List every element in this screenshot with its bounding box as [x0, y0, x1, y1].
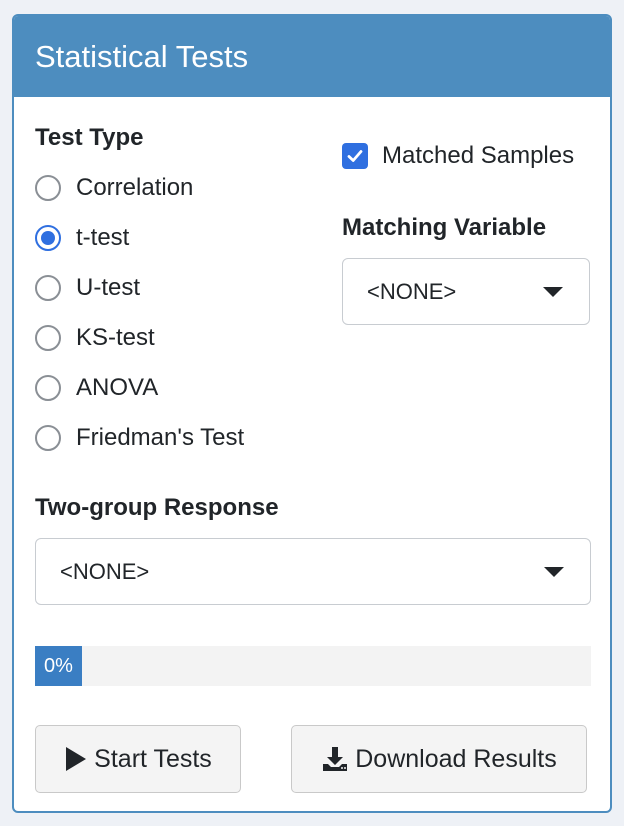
two-group-response-select[interactable]: <NONE>: [35, 538, 591, 605]
panel-header: Statistical Tests: [14, 16, 610, 97]
start-tests-label: Start Tests: [94, 744, 212, 773]
download-results-label: Download Results: [355, 744, 557, 773]
radio-circle[interactable]: [35, 325, 61, 351]
download-icon: [321, 745, 349, 773]
radio-label: KS-test: [76, 324, 155, 351]
caret-down-icon: [543, 286, 563, 297]
test-type-label: Test Type: [35, 124, 144, 151]
download-results-button[interactable]: Download Results: [291, 725, 587, 793]
statistical-tests-panel: Statistical Tests Test Type Correlation …: [12, 14, 612, 813]
radio-correlation[interactable]: Correlation: [35, 173, 193, 203]
radio-friedmans-test[interactable]: Friedman's Test: [35, 423, 244, 453]
radio-circle[interactable]: [35, 275, 61, 301]
radio-circle[interactable]: [35, 425, 61, 451]
radio-label: Correlation: [76, 174, 194, 201]
matching-variable-value: <NONE>: [367, 278, 457, 304]
radio-label: Friedman's Test: [76, 424, 245, 451]
radio-label: t-test: [76, 224, 130, 251]
radio-label: ANOVA: [76, 374, 159, 401]
progress-bar: 0%: [35, 646, 591, 686]
progress-label: 0%: [35, 646, 82, 686]
caret-down-icon: [544, 566, 564, 577]
start-tests-button[interactable]: Start Tests: [35, 725, 241, 793]
radio-label: U-test: [76, 274, 141, 301]
two-group-response-label: Two-group Response: [35, 494, 279, 521]
matching-variable-select[interactable]: <NONE>: [342, 258, 590, 325]
matched-samples-checkbox[interactable]: Matched Samples: [342, 142, 574, 170]
two-group-response-value: <NONE>: [60, 558, 150, 584]
matching-variable-label: Matching Variable: [342, 214, 547, 241]
radio-u-test[interactable]: U-test: [35, 273, 140, 303]
checkmark-icon[interactable]: [342, 143, 368, 169]
matched-samples-label: Matched Samples: [382, 142, 575, 169]
radio-circle[interactable]: [35, 175, 61, 201]
panel-title: Statistical Tests: [35, 38, 249, 74]
radio-anova[interactable]: ANOVA: [35, 373, 158, 403]
radio-circle-selected[interactable]: [35, 225, 61, 251]
radio-ks-test[interactable]: KS-test: [35, 323, 155, 353]
radio-t-test[interactable]: t-test: [35, 223, 129, 253]
radio-circle[interactable]: [35, 375, 61, 401]
play-icon: [64, 746, 88, 772]
